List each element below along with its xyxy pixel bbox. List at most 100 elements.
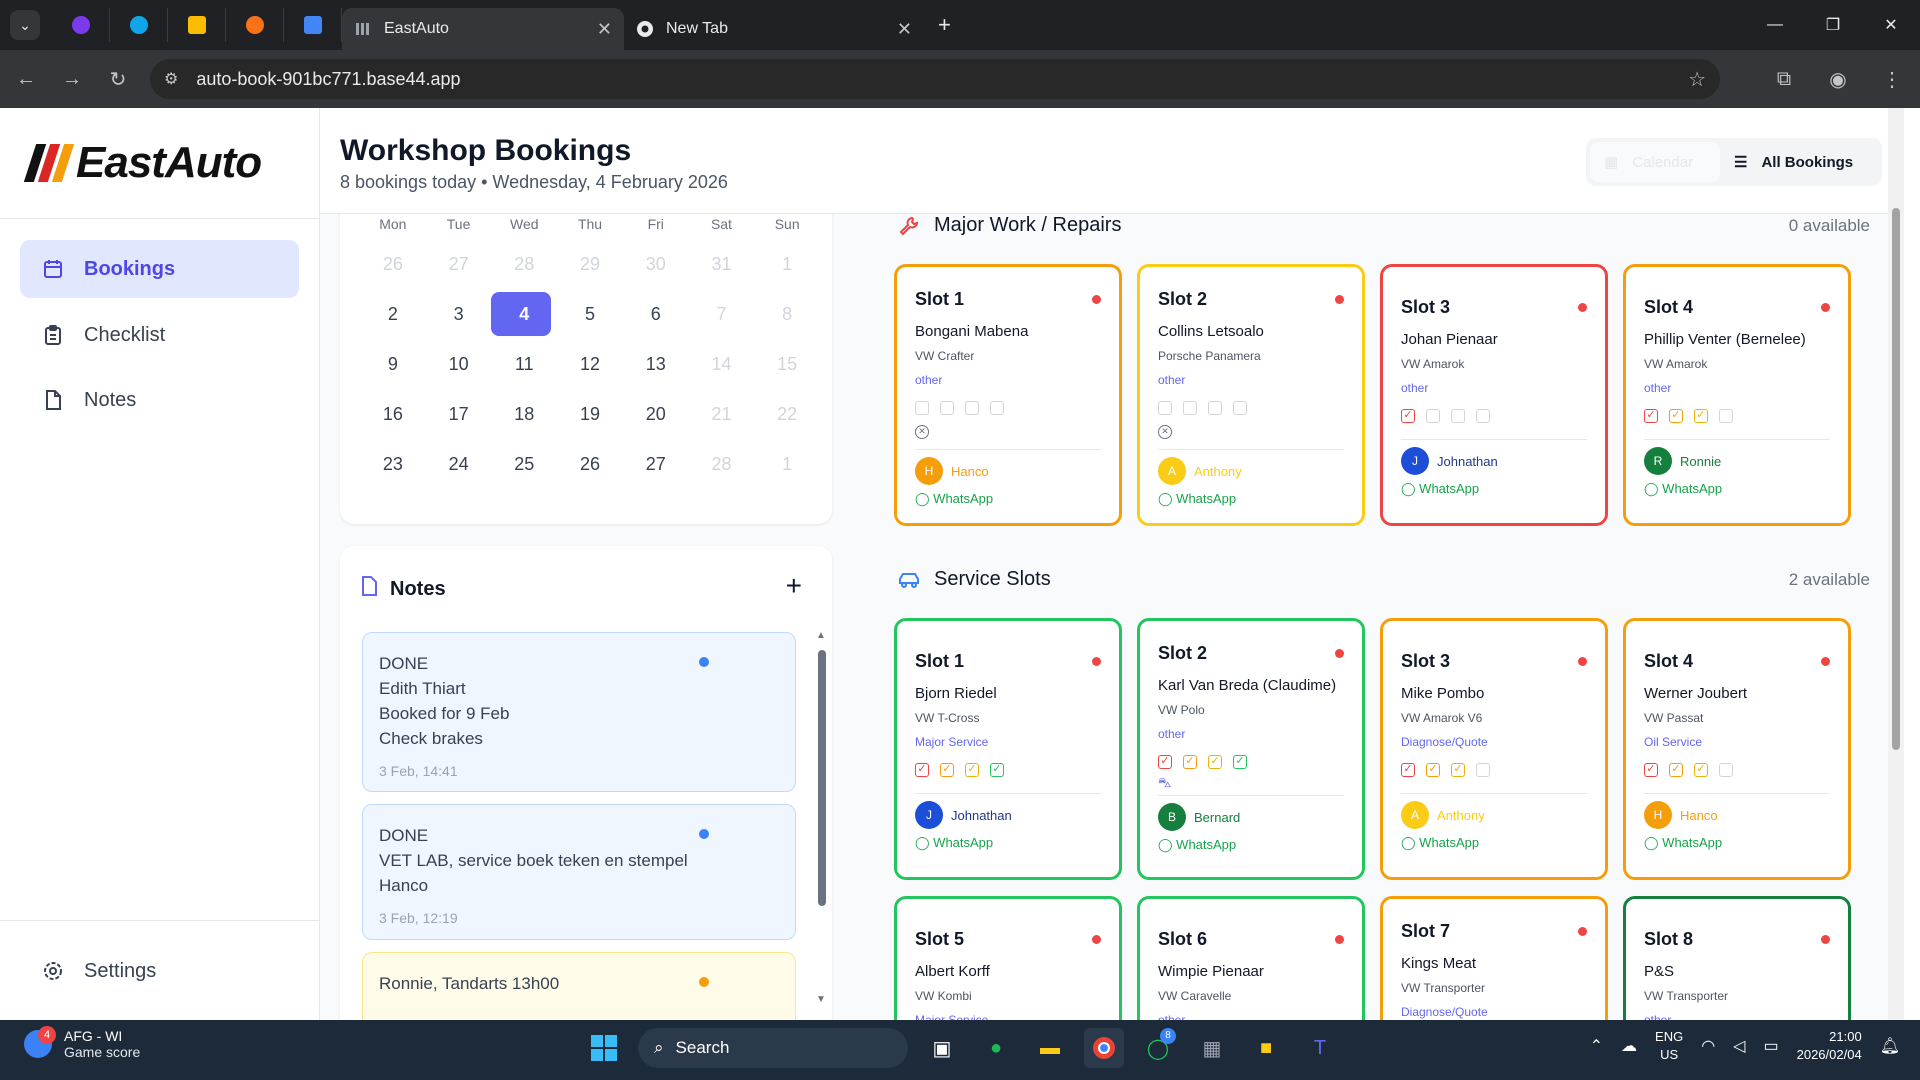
scroll-down-icon[interactable]: ▼ — [816, 994, 826, 1005]
checked-box-icon[interactable]: ✓ — [1669, 763, 1683, 777]
checked-box-icon[interactable]: ✓ — [1233, 755, 1247, 769]
profile-icon[interactable]: ◉ — [1818, 59, 1858, 99]
calendar-day-selected[interactable]: 4 — [491, 292, 557, 336]
calendar-day[interactable]: 28 — [491, 242, 557, 286]
calendar-day[interactable]: 28 — [689, 442, 755, 486]
calendar-day[interactable]: 15 — [754, 342, 820, 386]
checked-box-icon[interactable]: ✓ — [1669, 409, 1683, 423]
eastauto-logo[interactable]: EastAuto — [23, 138, 262, 188]
page-scrollbar-thumb[interactable] — [1892, 208, 1900, 750]
checked-box-icon[interactable]: ✓ — [915, 763, 929, 777]
calendar-day[interactable]: 25 — [491, 442, 557, 486]
calendar-day[interactable]: 30 — [623, 242, 689, 286]
booking-slot-card[interactable]: Slot 5 Albert Korff VW Kombi Major Service — [894, 896, 1122, 1020]
whatsapp-link[interactable]: ◯ WhatsApp — [1644, 481, 1722, 497]
chrome-taskbar-icon[interactable] — [1084, 1028, 1124, 1068]
calendar-day[interactable]: 17 — [426, 392, 492, 436]
file-explorer-icon[interactable]: ▬ — [1030, 1028, 1070, 1068]
checkbox-icon[interactable] — [1476, 763, 1490, 777]
calendar-day[interactable]: 13 — [623, 342, 689, 386]
calendar-day[interactable]: 24 — [426, 442, 492, 486]
booking-slot-card[interactable]: Slot 8 P&S VW Transporter other — [1623, 896, 1851, 1020]
restore-icon[interactable]: ❐ — [1804, 0, 1862, 50]
calendar-day[interactable]: 9 — [360, 342, 426, 386]
checked-box-icon[interactable]: ✓ — [1401, 763, 1415, 777]
forward-icon[interactable]: → — [52, 59, 92, 99]
booking-slot-card[interactable]: Slot 2 Collins Letsoalo Porsche Panamera ot… — [1137, 264, 1365, 526]
reload-icon[interactable]: ↻ — [98, 59, 138, 99]
calendar-day[interactable]: 26 — [557, 442, 623, 486]
teams-icon[interactable]: T — [1300, 1028, 1340, 1068]
battery-icon[interactable]: ▭ — [1763, 1036, 1778, 1056]
calendar-day[interactable]: 11 — [491, 342, 557, 386]
windows-start-icon[interactable] — [584, 1028, 624, 1068]
calculator-icon[interactable]: ▦ — [1192, 1028, 1232, 1068]
checked-box-icon[interactable]: ✓ — [1401, 409, 1415, 423]
tab-eastauto[interactable]: EastAuto ✕ — [342, 8, 624, 50]
calendar-day[interactable]: 8 — [754, 292, 820, 336]
pinned-tab-drive[interactable] — [168, 8, 226, 42]
new-tab-button[interactable]: + — [938, 12, 951, 38]
calendar-view-button[interactable]: ▦ Calendar — [1590, 142, 1720, 182]
checkbox-icon[interactable] — [1183, 401, 1197, 415]
whatsapp-taskbar-icon[interactable]: ◯ 8 — [1138, 1028, 1178, 1068]
all-bookings-button[interactable]: ☰ All Bookings — [1720, 142, 1867, 182]
booking-slot-card[interactable]: Slot 3 Johan Pienaar VW Amarok other ✓ J Johna… — [1380, 264, 1608, 526]
checkbox-icon[interactable] — [1426, 409, 1440, 423]
pinned-tab-1[interactable] — [52, 8, 110, 42]
show-hidden-icons[interactable]: ⌃ — [1590, 1036, 1603, 1056]
checked-box-icon[interactable]: ✓ — [1694, 763, 1708, 777]
address-bar[interactable]: ⚙ auto-book-901bc771.base44.app ☆ — [150, 59, 1720, 99]
checkbox-icon[interactable] — [990, 401, 1004, 415]
calendar-day[interactable]: 12 — [557, 342, 623, 386]
tab-search-button[interactable]: ⌄ — [10, 10, 40, 40]
checkbox-icon[interactable] — [1476, 409, 1490, 423]
extensions-icon[interactable]: ⧉ — [1764, 59, 1804, 99]
checkbox-icon[interactable] — [1719, 763, 1733, 777]
note-item[interactable]: Ronnie, Tandarts 13h00 — [362, 952, 796, 1020]
checked-box-icon[interactable]: ✓ — [990, 763, 1004, 777]
close-window-icon[interactable]: ✕ — [1862, 0, 1920, 50]
calendar-day[interactable]: 1 — [754, 442, 820, 486]
checked-box-icon[interactable]: ✓ — [965, 763, 979, 777]
calendar-day[interactable]: 16 — [360, 392, 426, 436]
notifications-icon[interactable]: 🔔︎ — [1880, 1036, 1900, 1056]
calendar-day[interactable]: 7 — [689, 292, 755, 336]
booking-slot-card[interactable]: Slot 6 Wimpie Pienaar VW Caravelle other — [1137, 896, 1365, 1020]
spotify-icon[interactable]: ● — [976, 1028, 1016, 1068]
clock[interactable]: 21:00 2026/02/04 — [1797, 1028, 1862, 1064]
notes-scrollbar[interactable] — [818, 650, 826, 906]
whatsapp-link[interactable]: ◯ WhatsApp — [1401, 481, 1479, 497]
checked-box-icon[interactable]: ✓ — [1183, 755, 1197, 769]
checkbox-icon[interactable] — [1719, 409, 1733, 423]
sidebar-item-notes[interactable]: Notes — [20, 371, 299, 429]
note-item[interactable]: DONE Edith Thiart Booked for 9 Feb Check… — [362, 632, 796, 792]
checked-box-icon[interactable]: ✓ — [1426, 763, 1440, 777]
scroll-up-icon[interactable]: ▲ — [816, 630, 826, 641]
cancel-circle-icon[interactable]: ✕ — [915, 425, 929, 439]
pinned-tab-4[interactable] — [226, 8, 284, 42]
pinned-tab-docs[interactable] — [284, 8, 342, 42]
page-scrollbar[interactable] — [1888, 108, 1904, 1020]
minimize-icon[interactable]: — — [1746, 0, 1804, 50]
whatsapp-link[interactable]: ◯ WhatsApp — [915, 491, 993, 507]
calendar-day[interactable]: 2 — [360, 292, 426, 336]
tab-new-tab[interactable]: New Tab ✕ — [624, 8, 924, 50]
close-tab-icon[interactable]: ✕ — [897, 19, 912, 40]
checkbox-icon[interactable] — [940, 401, 954, 415]
whatsapp-link[interactable]: ◯ WhatsApp — [1644, 835, 1722, 851]
add-note-button[interactable]: + — [786, 570, 802, 602]
task-view-icon[interactable]: ▣ — [922, 1028, 962, 1068]
calendar-day[interactable]: 26 — [360, 242, 426, 286]
bookmark-star-icon[interactable]: ☆ — [1688, 67, 1706, 92]
calendar-day[interactable]: 31 — [689, 242, 755, 286]
booking-slot-card[interactable]: Slot 4 Phillip Venter (Bernelee) VW Amarok… — [1623, 264, 1851, 526]
booking-slot-card[interactable]: Slot 3 Mike Pombo VW Amarok V6 Diagnose/Quo… — [1380, 618, 1608, 880]
checked-box-icon[interactable]: ✓ — [1208, 755, 1222, 769]
calendar-day[interactable]: 10 — [426, 342, 492, 386]
taskbar-search[interactable]: ⌕ Search — [638, 1028, 908, 1068]
booking-slot-card[interactable]: Slot 1 Bjorn Riedel VW T-Cross Major Servic… — [894, 618, 1122, 880]
calendar-day[interactable]: 23 — [360, 442, 426, 486]
whatsapp-link[interactable]: ◯ WhatsApp — [1158, 491, 1236, 507]
sidebar-item-bookings[interactable]: Bookings — [20, 240, 299, 298]
